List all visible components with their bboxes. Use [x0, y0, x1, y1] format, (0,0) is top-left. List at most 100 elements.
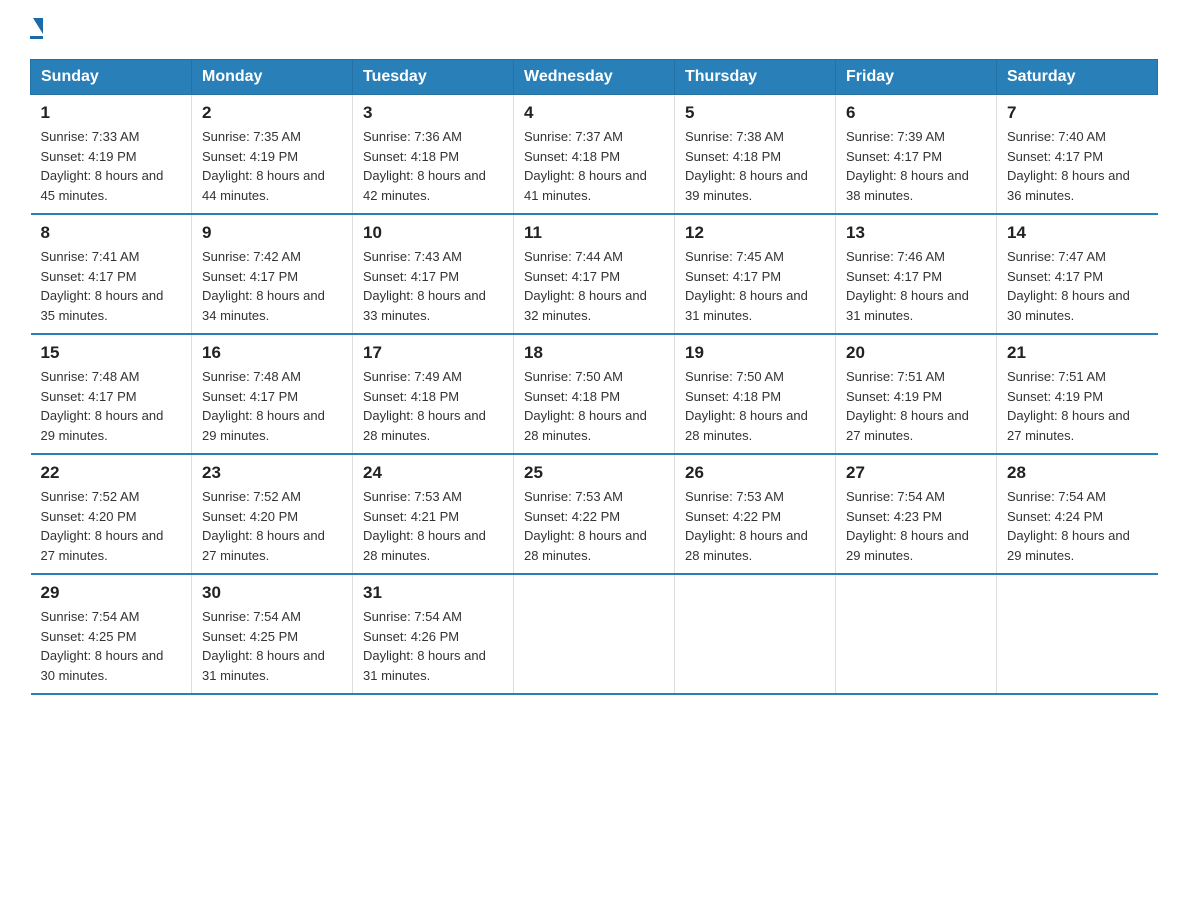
day-info: Sunrise: 7:36 AMSunset: 4:18 PMDaylight:…	[363, 127, 503, 205]
calendar-cell: 23 Sunrise: 7:52 AMSunset: 4:20 PMDayligh…	[192, 454, 353, 574]
day-number: 5	[685, 103, 825, 123]
day-number: 1	[41, 103, 182, 123]
day-info: Sunrise: 7:43 AMSunset: 4:17 PMDaylight:…	[363, 247, 503, 325]
day-number: 19	[685, 343, 825, 363]
day-info: Sunrise: 7:51 AMSunset: 4:19 PMDaylight:…	[846, 367, 986, 445]
day-number: 8	[41, 223, 182, 243]
calendar-cell: 28 Sunrise: 7:54 AMSunset: 4:24 PMDayligh…	[997, 454, 1158, 574]
logo-triangle-icon	[33, 18, 43, 34]
calendar-cell: 17 Sunrise: 7:49 AMSunset: 4:18 PMDayligh…	[353, 334, 514, 454]
day-info: Sunrise: 7:54 AMSunset: 4:26 PMDaylight:…	[363, 607, 503, 685]
day-info: Sunrise: 7:52 AMSunset: 4:20 PMDaylight:…	[41, 487, 182, 565]
day-number: 30	[202, 583, 342, 603]
day-number: 7	[1007, 103, 1148, 123]
calendar-cell: 25 Sunrise: 7:53 AMSunset: 4:22 PMDayligh…	[514, 454, 675, 574]
calendar-cell	[514, 574, 675, 694]
day-info: Sunrise: 7:54 AMSunset: 4:24 PMDaylight:…	[1007, 487, 1148, 565]
calendar-cell: 6 Sunrise: 7:39 AMSunset: 4:17 PMDaylight…	[836, 95, 997, 215]
day-info: Sunrise: 7:41 AMSunset: 4:17 PMDaylight:…	[41, 247, 182, 325]
day-number: 18	[524, 343, 664, 363]
calendar-header-friday: Friday	[836, 60, 997, 95]
day-number: 14	[1007, 223, 1148, 243]
calendar-header-saturday: Saturday	[997, 60, 1158, 95]
day-info: Sunrise: 7:53 AMSunset: 4:21 PMDaylight:…	[363, 487, 503, 565]
calendar-cell: 3Sunrise: 7:36 AMSunset: 4:18 PMDaylight…	[353, 95, 514, 215]
calendar-cell: 19 Sunrise: 7:50 AMSunset: 4:18 PMDayligh…	[675, 334, 836, 454]
calendar-week-row: 1 Sunrise: 7:33 AMSunset: 4:19 PMDaylight…	[31, 95, 1158, 215]
day-info: Sunrise: 7:49 AMSunset: 4:18 PMDaylight:…	[363, 367, 503, 445]
calendar-cell: 24 Sunrise: 7:53 AMSunset: 4:21 PMDayligh…	[353, 454, 514, 574]
day-number: 25	[524, 463, 664, 483]
day-number: 13	[846, 223, 986, 243]
day-number: 24	[363, 463, 503, 483]
calendar-header-sunday: Sunday	[31, 60, 192, 95]
day-info: Sunrise: 7:51 AMSunset: 4:19 PMDaylight:…	[1007, 367, 1148, 445]
day-info: Sunrise: 7:53 AMSunset: 4:22 PMDaylight:…	[685, 487, 825, 565]
day-info: Sunrise: 7:45 AMSunset: 4:17 PMDaylight:…	[685, 247, 825, 325]
day-number: 21	[1007, 343, 1148, 363]
calendar-header-monday: Monday	[192, 60, 353, 95]
day-info: Sunrise: 7:54 AMSunset: 4:25 PMDaylight:…	[202, 607, 342, 685]
day-info: Sunrise: 7:46 AMSunset: 4:17 PMDaylight:…	[846, 247, 986, 325]
calendar-cell: 11Sunrise: 7:44 AMSunset: 4:17 PMDayligh…	[514, 214, 675, 334]
page-header	[30, 20, 1158, 39]
calendar-cell: 22 Sunrise: 7:52 AMSunset: 4:20 PMDayligh…	[31, 454, 192, 574]
calendar-cell: 4 Sunrise: 7:37 AMSunset: 4:18 PMDaylight…	[514, 95, 675, 215]
day-number: 26	[685, 463, 825, 483]
day-info: Sunrise: 7:33 AMSunset: 4:19 PMDaylight:…	[41, 127, 182, 205]
day-info: Sunrise: 7:54 AMSunset: 4:25 PMDaylight:…	[41, 607, 182, 685]
day-info: Sunrise: 7:48 AMSunset: 4:17 PMDaylight:…	[41, 367, 182, 445]
calendar-cell: 12Sunrise: 7:45 AMSunset: 4:17 PMDayligh…	[675, 214, 836, 334]
calendar-cell: 31 Sunrise: 7:54 AMSunset: 4:26 PMDayligh…	[353, 574, 514, 694]
day-info: Sunrise: 7:50 AMSunset: 4:18 PMDaylight:…	[685, 367, 825, 445]
day-info: Sunrise: 7:38 AMSunset: 4:18 PMDaylight:…	[685, 127, 825, 205]
day-number: 16	[202, 343, 342, 363]
calendar-cell: 8 Sunrise: 7:41 AMSunset: 4:17 PMDaylight…	[31, 214, 192, 334]
logo	[30, 20, 43, 39]
day-number: 17	[363, 343, 503, 363]
day-info: Sunrise: 7:54 AMSunset: 4:23 PMDaylight:…	[846, 487, 986, 565]
calendar-cell: 13 Sunrise: 7:46 AMSunset: 4:17 PMDayligh…	[836, 214, 997, 334]
calendar-cell: 18Sunrise: 7:50 AMSunset: 4:18 PMDayligh…	[514, 334, 675, 454]
calendar-week-row: 22 Sunrise: 7:52 AMSunset: 4:20 PMDayligh…	[31, 454, 1158, 574]
day-number: 4	[524, 103, 664, 123]
calendar-cell: 9 Sunrise: 7:42 AMSunset: 4:17 PMDaylight…	[192, 214, 353, 334]
day-number: 2	[202, 103, 342, 123]
day-number: 31	[363, 583, 503, 603]
calendar-cell: 20 Sunrise: 7:51 AMSunset: 4:19 PMDayligh…	[836, 334, 997, 454]
day-number: 29	[41, 583, 182, 603]
calendar-week-row: 8 Sunrise: 7:41 AMSunset: 4:17 PMDaylight…	[31, 214, 1158, 334]
day-info: Sunrise: 7:53 AMSunset: 4:22 PMDaylight:…	[524, 487, 664, 565]
logo-underline	[30, 36, 43, 39]
day-info: Sunrise: 7:40 AMSunset: 4:17 PMDaylight:…	[1007, 127, 1148, 205]
calendar-header-row: SundayMondayTuesdayWednesdayThursdayFrid…	[31, 60, 1158, 95]
day-info: Sunrise: 7:37 AMSunset: 4:18 PMDaylight:…	[524, 127, 664, 205]
calendar-week-row: 15 Sunrise: 7:48 AMSunset: 4:17 PMDayligh…	[31, 334, 1158, 454]
calendar-cell: 16 Sunrise: 7:48 AMSunset: 4:17 PMDayligh…	[192, 334, 353, 454]
day-info: Sunrise: 7:35 AMSunset: 4:19 PMDaylight:…	[202, 127, 342, 205]
day-number: 28	[1007, 463, 1148, 483]
calendar-cell	[836, 574, 997, 694]
day-number: 6	[846, 103, 986, 123]
day-info: Sunrise: 7:44 AMSunset: 4:17 PMDaylight:…	[524, 247, 664, 325]
day-number: 10	[363, 223, 503, 243]
calendar-cell	[675, 574, 836, 694]
day-number: 27	[846, 463, 986, 483]
day-number: 20	[846, 343, 986, 363]
calendar-header-tuesday: Tuesday	[353, 60, 514, 95]
calendar-cell: 21 Sunrise: 7:51 AMSunset: 4:19 PMDayligh…	[997, 334, 1158, 454]
day-info: Sunrise: 7:42 AMSunset: 4:17 PMDaylight:…	[202, 247, 342, 325]
day-number: 15	[41, 343, 182, 363]
day-info: Sunrise: 7:39 AMSunset: 4:17 PMDaylight:…	[846, 127, 986, 205]
day-info: Sunrise: 7:52 AMSunset: 4:20 PMDaylight:…	[202, 487, 342, 565]
day-info: Sunrise: 7:48 AMSunset: 4:17 PMDaylight:…	[202, 367, 342, 445]
calendar-cell: 27 Sunrise: 7:54 AMSunset: 4:23 PMDayligh…	[836, 454, 997, 574]
calendar-header-wednesday: Wednesday	[514, 60, 675, 95]
calendar-cell: 10 Sunrise: 7:43 AMSunset: 4:17 PMDayligh…	[353, 214, 514, 334]
calendar-cell: 5 Sunrise: 7:38 AMSunset: 4:18 PMDaylight…	[675, 95, 836, 215]
day-info: Sunrise: 7:47 AMSunset: 4:17 PMDaylight:…	[1007, 247, 1148, 325]
day-number: 23	[202, 463, 342, 483]
calendar-header-thursday: Thursday	[675, 60, 836, 95]
day-number: 22	[41, 463, 182, 483]
day-number: 9	[202, 223, 342, 243]
